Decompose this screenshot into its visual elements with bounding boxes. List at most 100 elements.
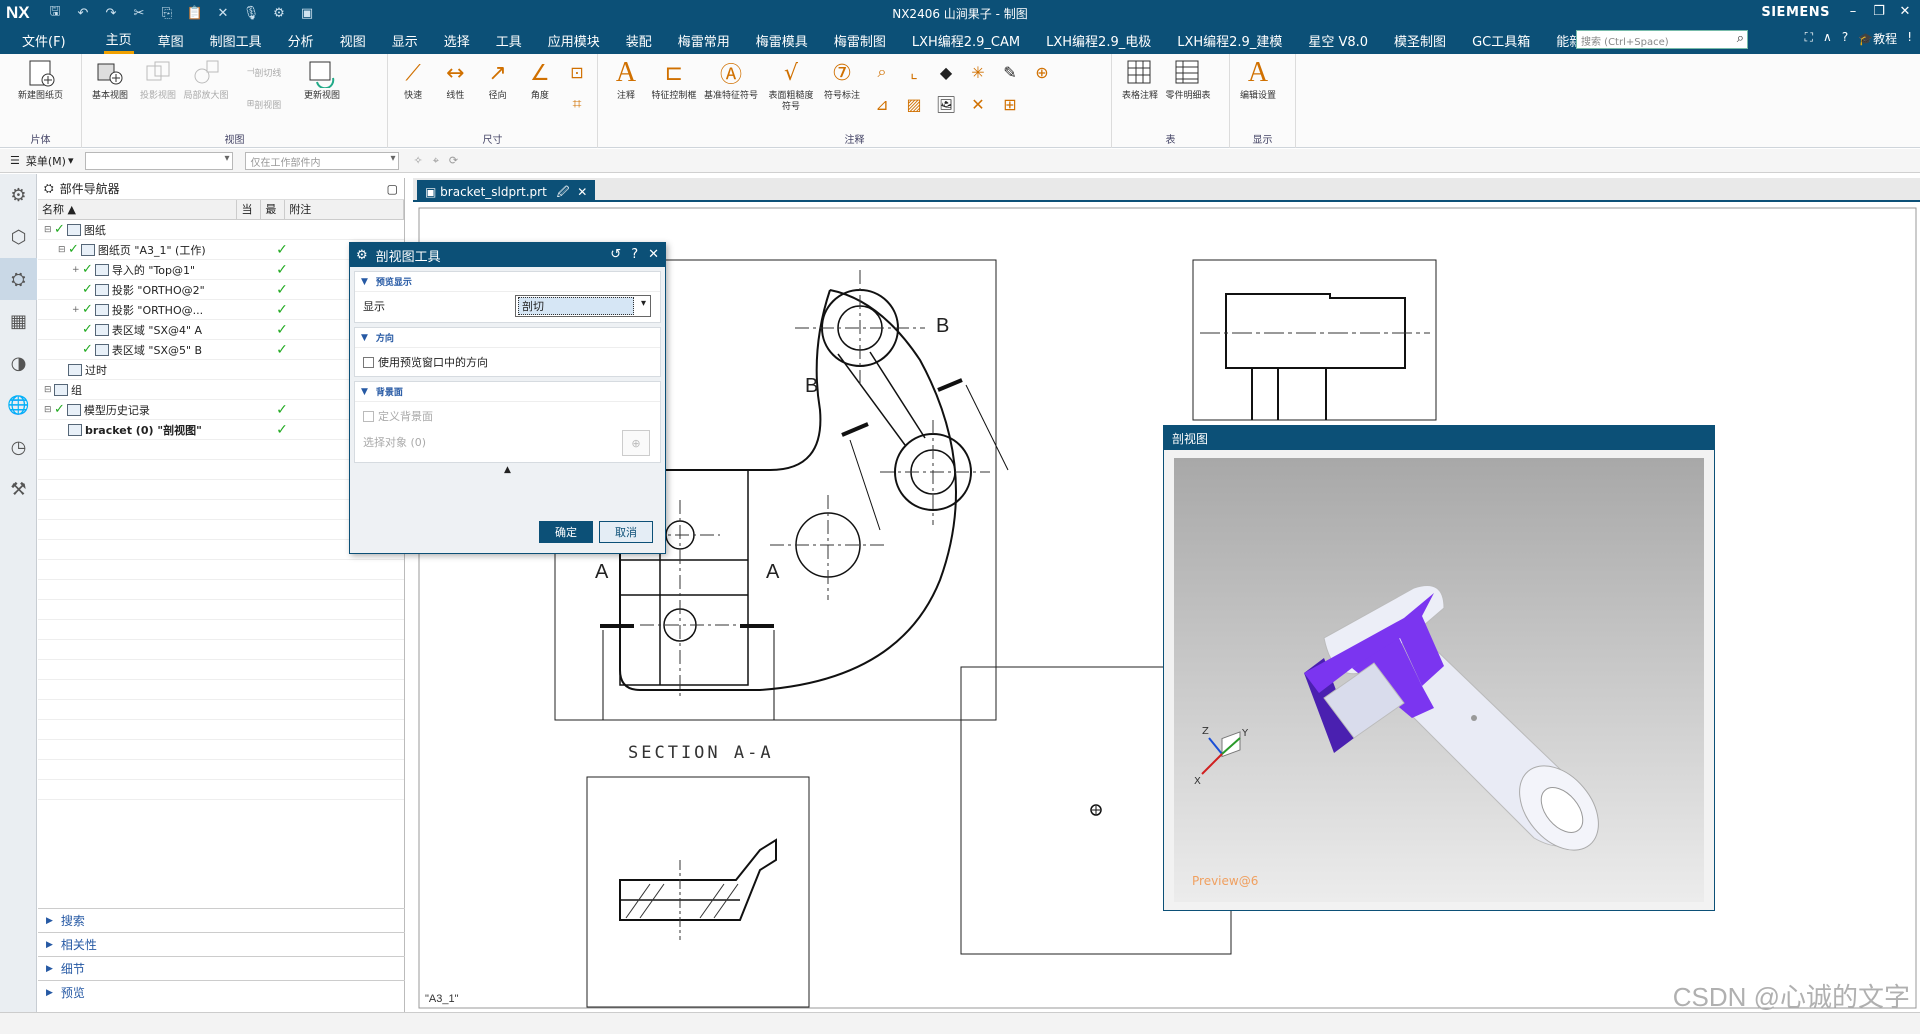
panel-details[interactable]: ▶ 细节: [38, 956, 405, 980]
visibility-check-icon[interactable]: ✓: [82, 262, 93, 277]
menu-drafting-tools[interactable]: 制图工具: [208, 28, 264, 53]
expand-toggle-icon[interactable]: ⊟: [44, 385, 54, 395]
surface-finish-button[interactable]: √ 表面粗糙度符号: [766, 58, 816, 113]
menu-display[interactable]: 显示: [390, 28, 420, 53]
copy-icon[interactable]: ⎘: [158, 6, 176, 21]
col-latest[interactable]: 最: [261, 199, 286, 220]
table-note-icon[interactable]: ⊞: [997, 92, 1023, 116]
dialog-help-icon[interactable]: ?: [631, 247, 638, 262]
balloon-button[interactable]: ⑦ 符号标注: [820, 58, 864, 102]
menu-home[interactable]: 主页: [103, 26, 134, 54]
menu-meilei-common[interactable]: 梅雷常用: [676, 28, 732, 53]
snap-icon-2[interactable]: ⌖: [433, 154, 439, 168]
command-finder-icon[interactable]: ⚙: [270, 6, 288, 21]
visibility-check-icon[interactable]: ✓: [82, 282, 93, 297]
part-navigator-icon[interactable]: ⛭: [0, 258, 37, 300]
target-point-icon[interactable]: ⊕: [1029, 60, 1055, 84]
snap-icon-3[interactable]: ⟳: [449, 154, 458, 167]
menu-icon[interactable]: ☰: [10, 154, 20, 167]
edit-settings-button[interactable]: A 编辑设置: [1236, 57, 1280, 102]
settings-icon[interactable]: ⚙: [0, 174, 37, 216]
datum-target-icon[interactable]: ⌞: [901, 60, 927, 84]
cancel-button[interactable]: 取消: [599, 521, 653, 543]
menu-gc-toolbox[interactable]: GC工具箱: [1470, 28, 1532, 53]
preview-display-header[interactable]: ▼ 预览显示: [355, 272, 660, 292]
reuse-library-icon[interactable]: ▦: [0, 300, 37, 342]
expand-toggle-icon[interactable]: +: [72, 305, 82, 315]
delete-icon[interactable]: ✕: [214, 6, 232, 21]
maximize-panel-icon[interactable]: ▢: [387, 182, 398, 196]
visibility-check-icon[interactable]: ✓: [82, 342, 93, 357]
menu-file[interactable]: 文件(F): [20, 28, 68, 53]
type-filter-select[interactable]: [85, 151, 234, 170]
area-fill-icon[interactable]: ◆: [933, 60, 959, 84]
minimize-icon[interactable]: –: [1842, 2, 1864, 22]
document-tab[interactable]: ▣ bracket_sldprt.prt 🖉 ✕: [417, 180, 596, 202]
window-icon[interactable]: ▣: [298, 6, 316, 21]
menu-analysis[interactable]: 分析: [286, 28, 316, 53]
restore-icon[interactable]: ❐: [1868, 2, 1890, 22]
cut-icon[interactable]: ✂: [130, 6, 148, 21]
hd3d-icon[interactable]: ◑: [0, 342, 37, 384]
mic-icon[interactable]: 🎙: [242, 6, 260, 21]
menu-meilei-mold[interactable]: 梅雷模具: [754, 28, 810, 53]
paste-icon[interactable]: 📋: [186, 6, 204, 21]
tutorial-link[interactable]: 🎓教程: [1858, 30, 1897, 47]
menu-dropdown-icon[interactable]: ▾: [68, 154, 74, 167]
section-view-button[interactable]: ⊞ 剖视图: [233, 92, 295, 116]
alert-icon[interactable]: !: [1907, 30, 1912, 47]
tabular-note-button[interactable]: 表格注释: [1118, 58, 1162, 102]
image-icon[interactable]: 🖼: [933, 92, 959, 116]
panel-dependencies[interactable]: ▶ 相关性: [38, 932, 405, 956]
menu-applications[interactable]: 应用模块: [546, 28, 602, 53]
search-icon[interactable]: ⌕: [1737, 31, 1744, 46]
help-icon[interactable]: ?: [1842, 30, 1848, 47]
panel-search[interactable]: ▶ 搜索: [38, 908, 405, 932]
ok-button[interactable]: 确定: [539, 521, 593, 543]
visibility-check-icon[interactable]: ✓: [54, 222, 65, 237]
menu-tools[interactable]: 工具: [494, 28, 524, 53]
menu-sketch[interactable]: 草图: [156, 28, 186, 53]
edit-text-icon[interactable]: ✎: [997, 60, 1023, 84]
undo-icon[interactable]: ↶: [74, 6, 92, 21]
save-icon[interactable]: 🖫: [46, 2, 64, 24]
angular-dim-button[interactable]: ∠ 角度: [521, 58, 559, 102]
new-sheet-button[interactable]: 新建图纸页: [6, 58, 75, 102]
menu-view[interactable]: 视图: [338, 28, 368, 53]
base-view-button[interactable]: 基本视图: [88, 58, 132, 102]
command-search-input[interactable]: 搜索 (Ctrl+Space): [1576, 30, 1748, 49]
menu-lxh-modeling[interactable]: LXH编程2.9_建模: [1175, 28, 1284, 53]
update-view-button[interactable]: 更新视图: [300, 58, 344, 102]
collapse-ribbon-icon[interactable]: ∧: [1823, 30, 1832, 47]
expand-toggle-icon[interactable]: ⊟: [44, 405, 54, 415]
menu-assembly[interactable]: 装配: [624, 28, 654, 53]
select-object-button[interactable]: ⊕: [622, 430, 650, 456]
menu-select[interactable]: 选择: [442, 28, 472, 53]
menu-button[interactable]: 菜单(M): [26, 153, 66, 169]
radial-dim-button[interactable]: ↗ 径向: [479, 58, 517, 102]
menu-lxh-electrode[interactable]: LXH编程2.9_电极: [1044, 28, 1153, 53]
define-background-checkbox[interactable]: [363, 411, 374, 422]
visibility-check-icon[interactable]: ✓: [54, 402, 65, 417]
col-name[interactable]: 名称 ▲: [38, 199, 238, 220]
history-icon[interactable]: ◷: [0, 426, 37, 468]
tree-row[interactable]: ⊟ ✓ 图纸: [38, 220, 404, 240]
projected-view-button[interactable]: 投影视图: [136, 58, 180, 102]
dialog-title-bar[interactable]: ⚙ 剖视图工具 ↺ ? ✕: [350, 243, 665, 267]
col-note[interactable]: 附注: [285, 199, 404, 220]
visibility-check-icon[interactable]: ✓: [68, 242, 79, 257]
use-preview-orientation-checkbox[interactable]: [363, 357, 374, 368]
tab-close-icon[interactable]: ✕: [577, 185, 587, 199]
fullscreen-icon[interactable]: ⛶: [1805, 30, 1813, 47]
preview-canvas[interactable]: Z Y X Preview@6: [1174, 458, 1704, 902]
section-view-b[interactable]: [586, 776, 810, 1008]
section-line-button[interactable]: ⊣ 剖切线: [233, 60, 295, 84]
orientation-header[interactable]: ▼ 方向: [355, 328, 660, 348]
menu-meilei-drafting[interactable]: 梅雷制图: [832, 28, 888, 53]
note-button[interactable]: A 注释: [604, 57, 648, 102]
crosshatch-icon[interactable]: ✕: [965, 92, 991, 116]
rapid-dim-button[interactable]: ⟋ 快速: [394, 58, 432, 102]
linear-dim-button[interactable]: ↔ 线性: [436, 58, 474, 102]
centerline-icon[interactable]: ✳: [965, 60, 991, 84]
datum-symbol-button[interactable]: Ⓐ 基准特征符号: [700, 58, 762, 102]
